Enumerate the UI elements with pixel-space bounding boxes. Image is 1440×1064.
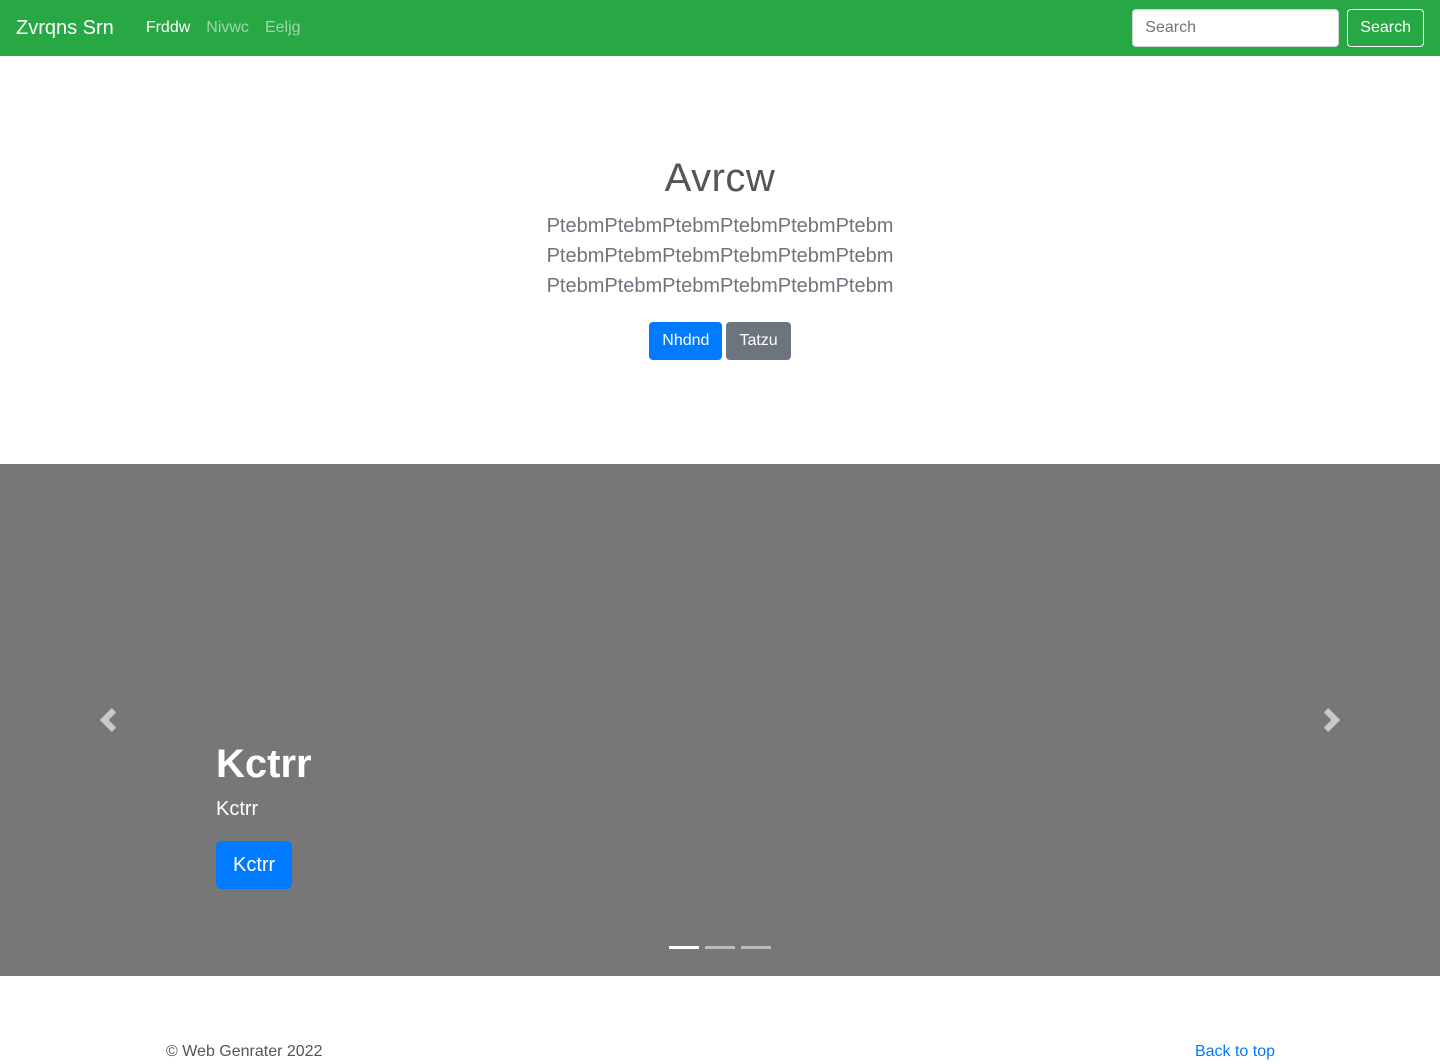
jumbotron-lead: PtebmPtebmPtebmPtebmPtebmPtebm PtebmPteb… bbox=[0, 211, 1440, 301]
nav-link-nivwc[interactable]: Nivwc bbox=[198, 19, 257, 37]
search-button[interactable]: Search bbox=[1347, 9, 1424, 47]
brand[interactable]: Zvrqns Srn bbox=[16, 17, 114, 40]
primary-button[interactable]: Nhdnd bbox=[649, 322, 723, 360]
carousel: Kctrr Kctrr Kctrr bbox=[0, 464, 1440, 976]
search-input[interactable] bbox=[1132, 9, 1340, 47]
search-form: Search bbox=[1132, 9, 1424, 47]
nav-links: Frddw Nivwc Eeljg bbox=[138, 19, 309, 37]
nav-link-eeljg[interactable]: Eeljg bbox=[257, 19, 309, 37]
carousel-indicator[interactable] bbox=[741, 946, 771, 949]
lead-line: PtebmPtebmPtebmPtebmPtebmPtebm bbox=[546, 275, 894, 297]
carousel-indicators bbox=[669, 946, 777, 949]
caption-button[interactable]: Kctrr bbox=[216, 841, 293, 889]
footer: © Web Genrater 2022 Back to top bbox=[0, 976, 1440, 1064]
secondary-button[interactable]: Tatzu bbox=[726, 322, 791, 360]
lead-line: PtebmPtebmPtebmPtebmPtebmPtebm bbox=[546, 245, 894, 267]
chevron-right-icon bbox=[1323, 708, 1341, 732]
jumbotron: Avrcw PtebmPtebmPtebmPtebmPtebmPtebm Pte… bbox=[0, 56, 1440, 464]
caption-text: Kctrr bbox=[216, 798, 259, 820]
jumbotron-buttons: Nhdnd Tatzu bbox=[0, 322, 1440, 360]
chevron-left-icon bbox=[99, 708, 117, 732]
carousel-indicator[interactable] bbox=[669, 946, 699, 949]
copyright-text: © Web Genrater 2022 bbox=[166, 1043, 323, 1060]
carousel-next-button[interactable] bbox=[1320, 708, 1344, 732]
lead-line: PtebmPtebmPtebmPtebmPtebmPtebm bbox=[546, 215, 894, 237]
jumbotron-title: Avrcw bbox=[664, 156, 776, 200]
back-to-top-link[interactable]: Back to top bbox=[1195, 1043, 1275, 1061]
navbar: Zvrqns Srn Frddw Nivwc Eeljg Search bbox=[0, 0, 1440, 56]
nav-link-frddw[interactable]: Frddw bbox=[138, 19, 198, 37]
carousel-caption: Kctrr Kctrr Kctrr bbox=[216, 740, 312, 889]
carousel-prev-button[interactable] bbox=[96, 708, 120, 732]
carousel-indicator[interactable] bbox=[705, 946, 735, 949]
caption-title: Kctrr bbox=[216, 742, 312, 786]
